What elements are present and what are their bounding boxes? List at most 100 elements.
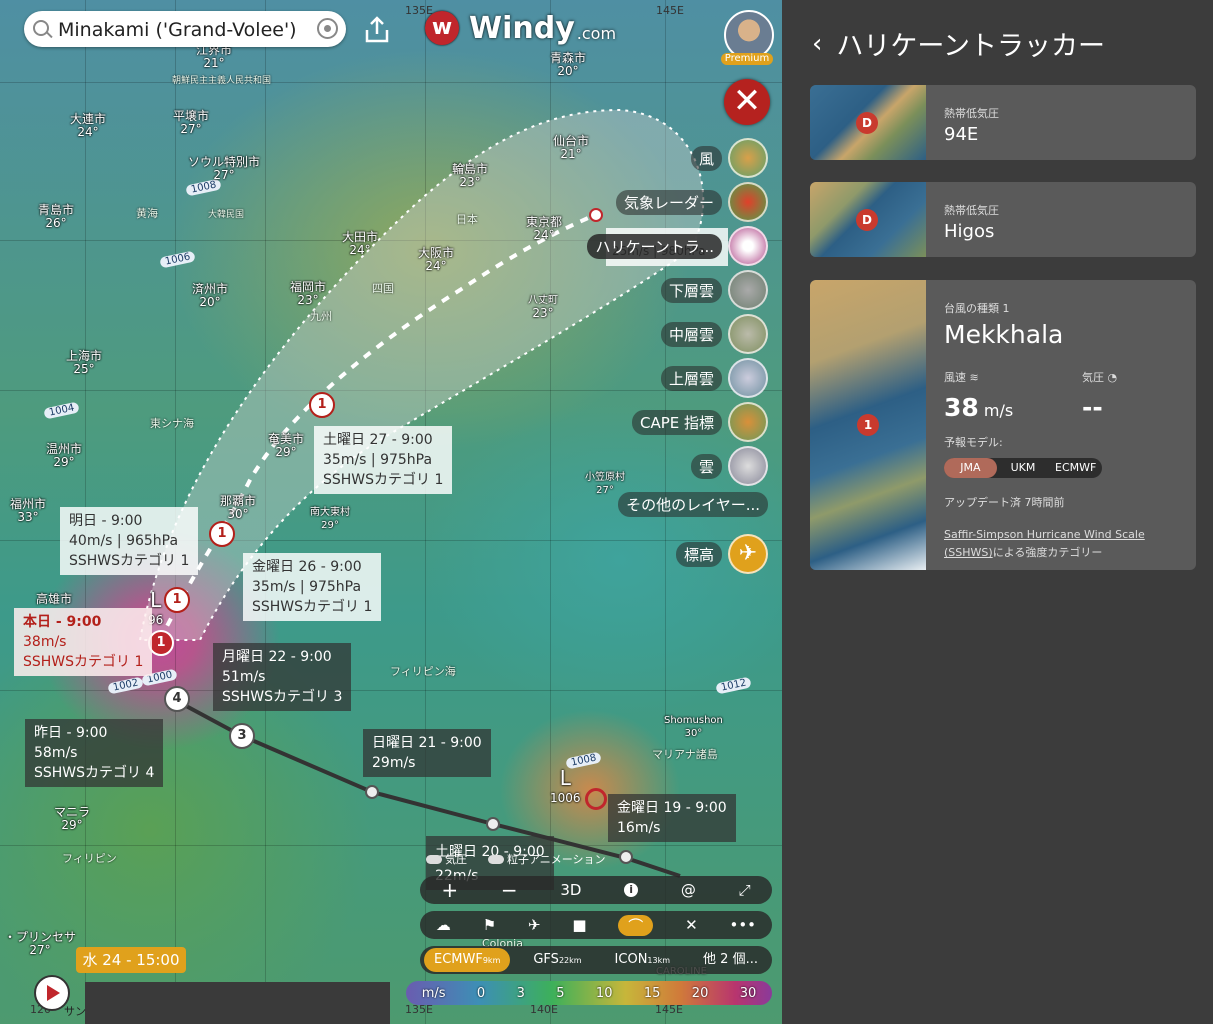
city-label[interactable]: 東京都 24° [526, 216, 562, 242]
city-label[interactable]: Shomushon 30° [664, 714, 723, 740]
city-label[interactable]: 上海市 25° [66, 350, 102, 376]
track-point[interactable] [365, 785, 379, 799]
forecast-tooltip[interactable]: 昨日 - 9:00 58m/s SSHWSカテゴリ 4 [25, 719, 164, 787]
back-chevron-icon[interactable]: ‹ [812, 29, 822, 59]
webcam-icon[interactable]: ■ [572, 916, 586, 934]
city-label[interactable]: 大田市 24° [342, 231, 378, 257]
current-time-badge[interactable]: 水 24 - 15:00 [76, 947, 186, 973]
city-label[interactable]: 温州市 29° [46, 443, 82, 469]
toggle-icon [426, 854, 442, 864]
city-label[interactable]: 八丈町 23° [528, 294, 558, 320]
city-label[interactable]: 平壌市 27° [173, 110, 209, 136]
storm-card-higos[interactable]: D 熱帯低気圧 Higos [810, 182, 1196, 257]
city-label[interactable]: ソウル特別市 27° [188, 156, 260, 182]
fullscreen-icon[interactable]: ⤢ [739, 881, 751, 899]
city-label[interactable]: 江界市 21° [196, 44, 232, 70]
search-bar[interactable]: Minakami ('Grand-Volee') [24, 11, 346, 47]
locate-icon[interactable] [317, 18, 338, 39]
category-marker[interactable]: 1 [164, 587, 190, 613]
layer-radar[interactable]: 気象レーダー [615, 182, 768, 222]
storm-card-mekkhala[interactable]: 1 台風の種類 1 Mekkhala 風速 ≋ 38 m/s 気圧 ◔ -- 予… [810, 280, 1196, 570]
city-label[interactable]: 南大東村 29° [310, 506, 350, 532]
panel-header[interactable]: ‹ ハリケーントラッカー [812, 24, 1105, 63]
city-label[interactable]: マニラ 29° [54, 806, 90, 832]
info-icon[interactable]: i [624, 883, 639, 897]
storm-card-94e[interactable]: D 熱帯低気圧 94E [810, 85, 1196, 160]
city-label[interactable]: ・プリンセサ 27° [4, 931, 76, 957]
low-clouds-layer-icon [728, 270, 768, 310]
weather-map[interactable]: 1008 1006 1004 1002 1000 1012 1008 江界市 21… [0, 0, 782, 1024]
layer-wind[interactable]: 風 [690, 138, 768, 178]
model-selector: ECMWF9km GFS22km ICON13km 他 2 個... [420, 946, 772, 974]
category-marker[interactable]: 3 [229, 723, 255, 749]
layer-hurricane[interactable]: ハリケーントラ... [587, 226, 768, 266]
model-more[interactable]: 他 2 個... [693, 948, 768, 972]
paraglider-icon[interactable]: ⌒ [618, 914, 654, 936]
premium-badge: Premium [721, 53, 773, 65]
layer-low-clouds[interactable]: 下層雲 [660, 270, 768, 310]
layer-altitude[interactable]: 標高 ✈ [675, 534, 768, 574]
pressure-toggle[interactable]: 気圧 [426, 851, 467, 867]
forecast-tooltip[interactable]: 土曜日 27 - 9:00 35m/s | 975hPa SSHWSカテゴリ 1 [314, 426, 453, 494]
model-ukm[interactable]: UKM [997, 458, 1050, 478]
gauge-icon: ◔ [1107, 371, 1118, 384]
forecast-tooltip[interactable]: 明日 - 9:00 40m/s | 965hPa SSHWSカテゴリ 1 [60, 507, 199, 575]
city-label[interactable]: 大連市 24° [70, 113, 106, 139]
zoom-in-button[interactable]: + [441, 878, 458, 902]
forecast-tooltip-current[interactable]: 本日 - 9:00 38m/s SSHWSカテゴリ 1 [14, 608, 153, 676]
search-input[interactable]: Minakami ('Grand-Volee') [58, 19, 297, 41]
model-icon[interactable]: ICON13km [605, 948, 680, 972]
city-label[interactable]: 高雄市 [36, 593, 72, 606]
medium-clouds-layer-icon [728, 314, 768, 354]
share-icon[interactable] [362, 14, 392, 44]
category-marker[interactable]: 4 [164, 686, 190, 712]
model-ecmwf-panel[interactable]: ECMWF [1049, 458, 1102, 478]
weather-icon[interactable]: ☁ [436, 916, 451, 934]
track-point[interactable] [619, 850, 633, 864]
city-label[interactable]: 那覇市 30° [220, 495, 256, 521]
close-button[interactable]: ✕ [724, 79, 770, 125]
layer-high-clouds[interactable]: 上層雲 [660, 358, 768, 398]
forecast-tooltip[interactable]: 日曜日 21 - 9:00 29m/s [363, 729, 491, 777]
grid-label: 145E [656, 4, 684, 17]
forecast-tooltip[interactable]: 金曜日 19 - 9:00 16m/s [608, 794, 736, 842]
forecast-tooltip[interactable]: 金曜日 26 - 9:00 35m/s | 975hPa SSHWSカテゴリ 1 [243, 553, 382, 621]
city-label[interactable]: 仙台市 21° [553, 135, 589, 161]
city-label[interactable]: 大阪市 24° [418, 247, 454, 273]
region-label: 東シナ海 [150, 417, 194, 430]
forecast-model-toggle[interactable]: JMA UKM ECMWF [944, 458, 1102, 478]
layer-medium-clouds[interactable]: 中層雲 [660, 314, 768, 354]
particles-toggle[interactable]: 粒子アニメーション [488, 851, 606, 867]
city-label[interactable]: 青森市 20° [550, 52, 586, 78]
airport-icon[interactable]: ✈ [528, 916, 541, 934]
hurricane-icon[interactable]: @ [681, 881, 696, 899]
3d-button[interactable]: 3D [560, 881, 581, 899]
close-icon[interactable]: ✕ [685, 916, 698, 934]
storm-thumbnail: D [810, 182, 926, 257]
track-point[interactable] [589, 208, 603, 222]
city-label[interactable]: 青島市 26° [38, 204, 74, 230]
track-point[interactable] [486, 817, 500, 831]
city-label[interactable]: 福岡市 23° [290, 281, 326, 307]
model-ecmwf[interactable]: ECMWF9km [424, 948, 511, 972]
zoom-out-button[interactable]: − [501, 878, 518, 902]
city-label[interactable]: 奄美市 29° [268, 433, 304, 459]
layer-more[interactable]: その他のレイヤー... [618, 484, 768, 524]
category-marker[interactable]: 1 [309, 392, 335, 418]
flag-icon[interactable]: ⚑ [483, 916, 496, 934]
forecast-tooltip[interactable]: 月曜日 22 - 9:00 51m/s SSHWSカテゴリ 3 [213, 643, 352, 711]
windy-logo[interactable]: w Windy .com [425, 10, 616, 46]
model-gfs[interactable]: GFS22km [523, 948, 591, 972]
wind-scale-legend[interactable]: m/s 0 3 5 10 15 20 30 [406, 981, 772, 1005]
city-label[interactable]: 済州市 20° [192, 283, 228, 309]
category-marker[interactable]: 1 [209, 521, 235, 547]
high-clouds-layer-icon [728, 358, 768, 398]
timeline-bar[interactable] [85, 982, 390, 1024]
layer-cape[interactable]: CAPE 指標 [631, 402, 768, 442]
city-label[interactable]: 福州市 33° [10, 498, 46, 524]
more-icon[interactable]: ••• [729, 916, 756, 934]
layer-clouds[interactable]: 雲 [690, 446, 768, 486]
region-label: 四国 [372, 282, 394, 295]
city-label[interactable]: 輪島市 23° [452, 163, 488, 189]
model-jma[interactable]: JMA [944, 458, 997, 478]
